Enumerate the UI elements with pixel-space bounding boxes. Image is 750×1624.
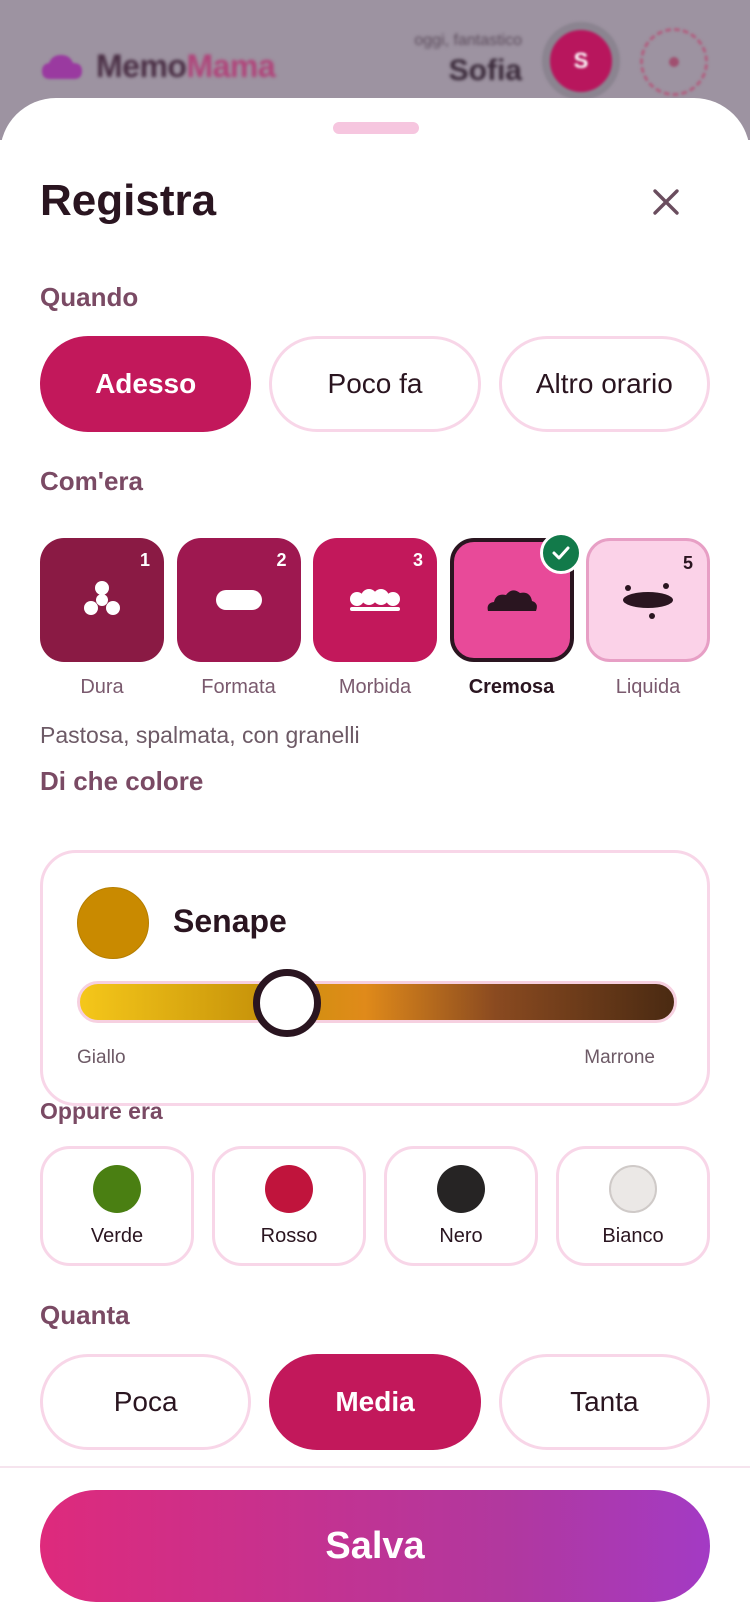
sheet-drag-handle[interactable]: [333, 122, 419, 134]
user-greeting: oggi, fantastico Sofia: [414, 32, 522, 88]
or-was-label: Oppure era: [40, 1098, 163, 1124]
consistency-label-morbida: Morbida: [338, 676, 412, 698]
quantity-options: Poca Media Tanta: [40, 1354, 710, 1450]
color-dot: [437, 1164, 485, 1213]
consistency-label-dura: Dura: [80, 676, 124, 698]
consistency-option-formata[interactable]: 2 Formata: [176, 538, 301, 699]
consistency-tile[interactable]: 1: [40, 538, 164, 662]
consistency-option-liquida[interactable]: 5 Liquida: [586, 538, 710, 699]
close-button[interactable]: [636, 172, 696, 232]
consistency-label: Com'era: [40, 466, 143, 496]
consistency-number: 1: [139, 550, 150, 570]
consistency-number: 2: [276, 550, 287, 570]
log-icon: [215, 590, 262, 610]
color-label: Di che colore: [40, 766, 204, 796]
cloud-logo-icon: [40, 51, 84, 83]
quantity-option-poca[interactable]: Poca: [40, 1354, 252, 1450]
consistency-label-liquida: Liquida: [615, 676, 681, 698]
slider-start-label: Giallo: [77, 1047, 126, 1068]
color-option-bianco[interactable]: Bianco: [556, 1146, 710, 1266]
consistency-tile[interactable]: 3: [313, 538, 437, 662]
consistency-label-formata: Formata: [201, 676, 276, 698]
check-icon: [552, 546, 569, 560]
user-name: Sofia: [448, 54, 522, 87]
pellets-icon: [84, 581, 120, 615]
close-icon: [653, 189, 679, 215]
selected-color-name: Senape: [173, 903, 287, 939]
selected-check-badge: [539, 532, 582, 574]
color-dot: [93, 1164, 141, 1213]
logo-text-part1: Memo: [96, 48, 187, 84]
quantity-option-tanta[interactable]: Tanta: [498, 1354, 710, 1450]
liquid-puddle-icon: [623, 583, 673, 619]
user-greeting-small: oggi, fantastico: [414, 32, 522, 49]
settings-icon: [640, 28, 708, 96]
color-option-rosso[interactable]: Rosso: [212, 1146, 366, 1266]
consistency-number: 3: [412, 550, 423, 570]
consistency-option-dura[interactable]: 1 Dura: [40, 538, 164, 699]
consistency-options: 1 Dura 2 Formata 3 Morbida Cremosa 5 Liq…: [40, 532, 710, 699]
color-option-nero[interactable]: Nero: [384, 1146, 538, 1266]
consistency-number: 5: [682, 553, 693, 573]
consistency-tile[interactable]: 5: [586, 538, 710, 662]
consistency-tile-selected[interactable]: [449, 532, 582, 662]
consistency-description: Pastosa, spalmata, con granelli: [40, 722, 360, 748]
color-dot: [265, 1164, 313, 1213]
consistency-option-cremosa[interactable]: Cremosa: [449, 532, 582, 699]
color-slider-track[interactable]: [77, 981, 677, 1023]
consistency-option-morbida[interactable]: 3 Morbida: [313, 538, 437, 699]
quantity-label: Quanta: [40, 1300, 130, 1330]
sheet-title: Registra: [40, 176, 217, 225]
when-option-other-time[interactable]: Altro orario: [498, 336, 710, 432]
consistency-tile[interactable]: 2: [176, 538, 301, 662]
soft-blobs-icon: [350, 589, 400, 611]
color-option-verde[interactable]: Verde: [40, 1146, 194, 1266]
log-bottom-sheet: Registra Quando Adesso Poco fa Altro ora…: [0, 98, 750, 1624]
color-slider-thumb[interactable]: [253, 969, 321, 1037]
when-option-now[interactable]: Adesso: [40, 336, 252, 432]
selected-color-swatch: [77, 887, 149, 959]
other-color-options: Verde Rosso Nero Bianco: [40, 1146, 710, 1266]
logo-text-part2: Mama: [186, 48, 276, 84]
when-options: Adesso Poco fa Altro orario: [40, 336, 710, 432]
slider-end-label: Marrone: [584, 1047, 655, 1068]
mushy-cloud-icon: [487, 590, 537, 611]
when-label: Quando: [40, 282, 139, 312]
color-option-label: Nero: [439, 1224, 483, 1247]
color-option-label: Verde: [90, 1224, 144, 1247]
color-picker-card: Senape Giallo Marrone: [40, 850, 710, 1106]
app-logo: MemoMama: [40, 48, 276, 85]
when-option-recent[interactable]: Poco fa: [269, 336, 481, 432]
consistency-label-cremosa: Cremosa: [468, 676, 555, 698]
avatar: S: [542, 22, 620, 100]
color-dot: [609, 1164, 657, 1213]
color-option-label: Rosso: [260, 1224, 318, 1247]
color-option-label: Bianco: [602, 1224, 664, 1247]
quantity-option-media[interactable]: Media: [269, 1354, 481, 1450]
save-button[interactable]: Salva: [40, 1490, 710, 1602]
